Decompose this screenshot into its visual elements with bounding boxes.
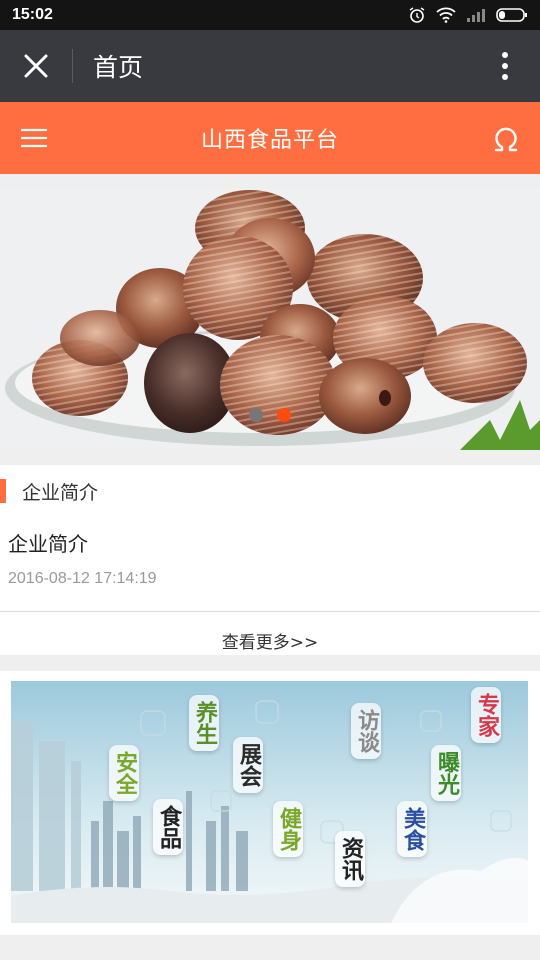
section-accent-bar — [0, 479, 6, 503]
battery-icon — [496, 8, 527, 22]
promo-tag: 安全 — [109, 745, 139, 801]
promo-tag: 健身 — [273, 801, 303, 857]
carousel-dot[interactable] — [249, 408, 263, 422]
promo-tag: 资讯 — [335, 831, 365, 887]
wifi-icon — [436, 7, 456, 23]
promo-tag: 美食 — [397, 801, 427, 857]
more-vertical-icon — [502, 52, 508, 80]
status-icons — [408, 6, 528, 24]
user-icon — [494, 127, 518, 152]
view-more-link[interactable]: 查看更多>> — [0, 612, 540, 668]
section-header: 企业简介 — [0, 465, 540, 517]
menu-button[interactable] — [0, 102, 68, 174]
app-header: 山西食品平台 — [0, 102, 540, 174]
more-options-button[interactable] — [470, 30, 540, 102]
titlebar-divider — [72, 49, 73, 83]
promo-tag: 专家 — [471, 687, 501, 743]
user-button[interactable] — [472, 102, 540, 174]
status-time: 15:02 — [12, 6, 53, 23]
close-icon — [24, 54, 48, 78]
promo-tag: 食品 — [153, 799, 183, 855]
close-button[interactable] — [0, 30, 72, 102]
promo-background — [11, 681, 528, 923]
banner-carousel[interactable] — [0, 188, 540, 450]
signal-icon — [467, 9, 485, 22]
company-intro-card: 企业简介 企业简介 2016-08-12 17:14:19 查看更多>> — [0, 465, 540, 655]
menu-icon — [21, 128, 47, 148]
alarm-icon — [409, 7, 425, 23]
intro-item-date: 2016-08-12 17:14:19 — [8, 570, 157, 587]
intro-item-title[interactable]: 企业简介 — [0, 517, 540, 561]
promo-section: 养生 展会 访谈 专家 安全 曝光 健身 美食 食品 资讯 — [0, 671, 540, 935]
page-title: 首页 — [93, 54, 144, 82]
promo-banner[interactable]: 养生 展会 访谈 专家 安全 曝光 健身 美食 食品 资讯 — [11, 681, 528, 923]
promo-tag: 曝光 — [431, 745, 461, 801]
promo-tag: 养生 — [189, 695, 219, 751]
webview-titlebar: 首页 — [0, 30, 540, 102]
promo-tag: 访谈 — [351, 703, 381, 759]
promo-tag: 展会 — [233, 737, 263, 793]
status-bar: 15:02 — [0, 0, 540, 30]
carousel-dot-active[interactable] — [277, 408, 291, 422]
section-title: 企业简介 — [22, 481, 99, 504]
carousel-indicators — [0, 408, 540, 422]
app-title: 山西食品平台 — [200, 128, 339, 153]
